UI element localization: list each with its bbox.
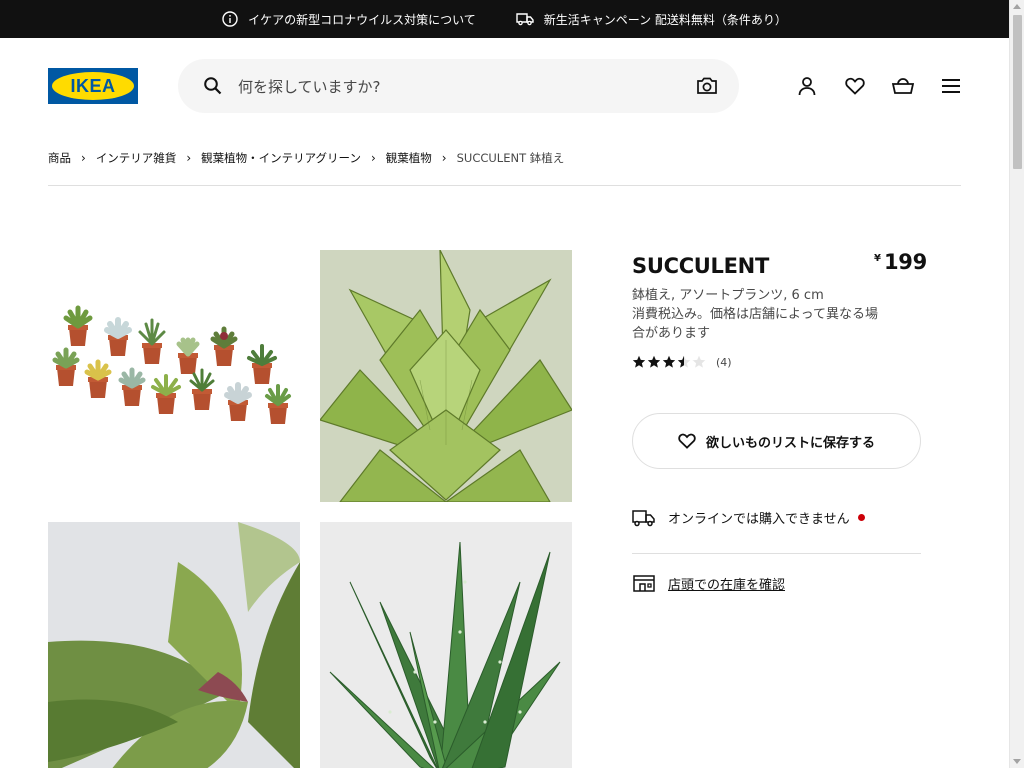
rating-count: (4) (716, 355, 732, 369)
search-bar[interactable]: 何を探していますか? (178, 59, 739, 113)
breadcrumb-item[interactable]: インテリア雑貨 (96, 150, 177, 166)
breadcrumb-item[interactable]: 商品 (48, 150, 71, 166)
star-icon (647, 355, 661, 368)
camera-icon[interactable] (696, 76, 718, 96)
divider (48, 185, 961, 186)
covid-notice-text: イケアの新型コロナウイルス対策について (248, 12, 476, 27)
price-value: 199 (883, 250, 927, 274)
search-input[interactable]: 何を探していますか? (238, 76, 381, 97)
product-name: SUCCULENT (632, 254, 769, 278)
campaign-link[interactable]: 新生活キャンペーン 配送料無料（条件あり） (516, 11, 787, 28)
star-icon (632, 355, 646, 368)
info-icon (222, 11, 238, 27)
menu-icon[interactable] (939, 74, 963, 98)
cart-icon[interactable] (891, 74, 915, 98)
search-icon[interactable] (203, 76, 223, 96)
truck-icon (516, 13, 534, 26)
store-stock: 店頭での在庫を確認 (632, 573, 785, 593)
unavailable-status-dot (857, 514, 865, 521)
chevron-right-icon: › (81, 151, 86, 165)
price-currency: ¥ (874, 253, 881, 264)
store-icon (633, 575, 655, 592)
truck-icon (632, 509, 655, 526)
scroll-up-arrow-icon[interactable] (1013, 4, 1021, 9)
star-icon (692, 355, 706, 368)
rating-stars (632, 355, 706, 369)
ikea-logo[interactable]: IKEA (48, 68, 138, 104)
breadcrumb-item[interactable]: 観葉植物 (386, 150, 432, 166)
svg-text:IKEA: IKEA (70, 76, 115, 96)
breadcrumb: 商品 › インテリア雑貨 › 観葉植物・インテリアグリーン › 観葉植物 › S… (48, 150, 564, 166)
scroll-down-arrow-icon[interactable] (1013, 759, 1021, 764)
breadcrumb-item[interactable]: 観葉植物・インテリアグリーン (201, 150, 361, 166)
product-variant: 鉢植え, アソートプランツ, 6 cm (632, 288, 824, 303)
availability-text: オンラインでは購入できません (668, 512, 850, 527)
chevron-right-icon: › (186, 151, 192, 165)
star-icon (662, 355, 676, 368)
star-icon (677, 355, 691, 368)
divider (632, 553, 921, 554)
heart-icon (678, 433, 696, 449)
product-image-assortment[interactable] (48, 250, 300, 502)
wishlist-label: 欲しいものリストに保存する (705, 435, 875, 451)
product-rating[interactable]: (4) (632, 355, 732, 369)
product-image-aloe[interactable] (320, 522, 572, 768)
product-image-echeveria[interactable] (48, 522, 300, 768)
save-to-wishlist-button[interactable]: 欲しいものリストに保存する (632, 413, 921, 469)
chevron-right-icon: › (370, 151, 376, 165)
price-note: 消費税込み。価格は店舗によって異なる場合があります (632, 307, 878, 341)
top-banner: イケアの新型コロナウイルス対策について 新生活キャンペーン 配送料無料（条件あり… (0, 0, 1009, 38)
heart-icon[interactable] (843, 74, 867, 98)
scrollbar-thumb[interactable] (1013, 15, 1022, 169)
page-scrollbar[interactable] (1009, 0, 1024, 768)
product-description: 鉢植え, アソートプランツ, 6 cm 消費税込み。価格は店舗によって異なる場合… (632, 286, 882, 343)
breadcrumb-current: SUCCULENT 鉢植え (456, 151, 565, 165)
product-image-haworthia[interactable] (320, 250, 572, 502)
profile-icon[interactable] (795, 74, 819, 98)
campaign-text: 新生活キャンペーン 配送料無料（条件あり） (543, 12, 787, 27)
check-store-stock-link[interactable]: 店頭での在庫を確認 (668, 574, 785, 593)
product-price: ¥ 199 (874, 250, 927, 274)
online-availability: オンラインでは購入できません (632, 508, 865, 527)
chevron-right-icon: › (441, 151, 447, 165)
covid-notice-link[interactable]: イケアの新型コロナウイルス対策について (222, 11, 476, 28)
